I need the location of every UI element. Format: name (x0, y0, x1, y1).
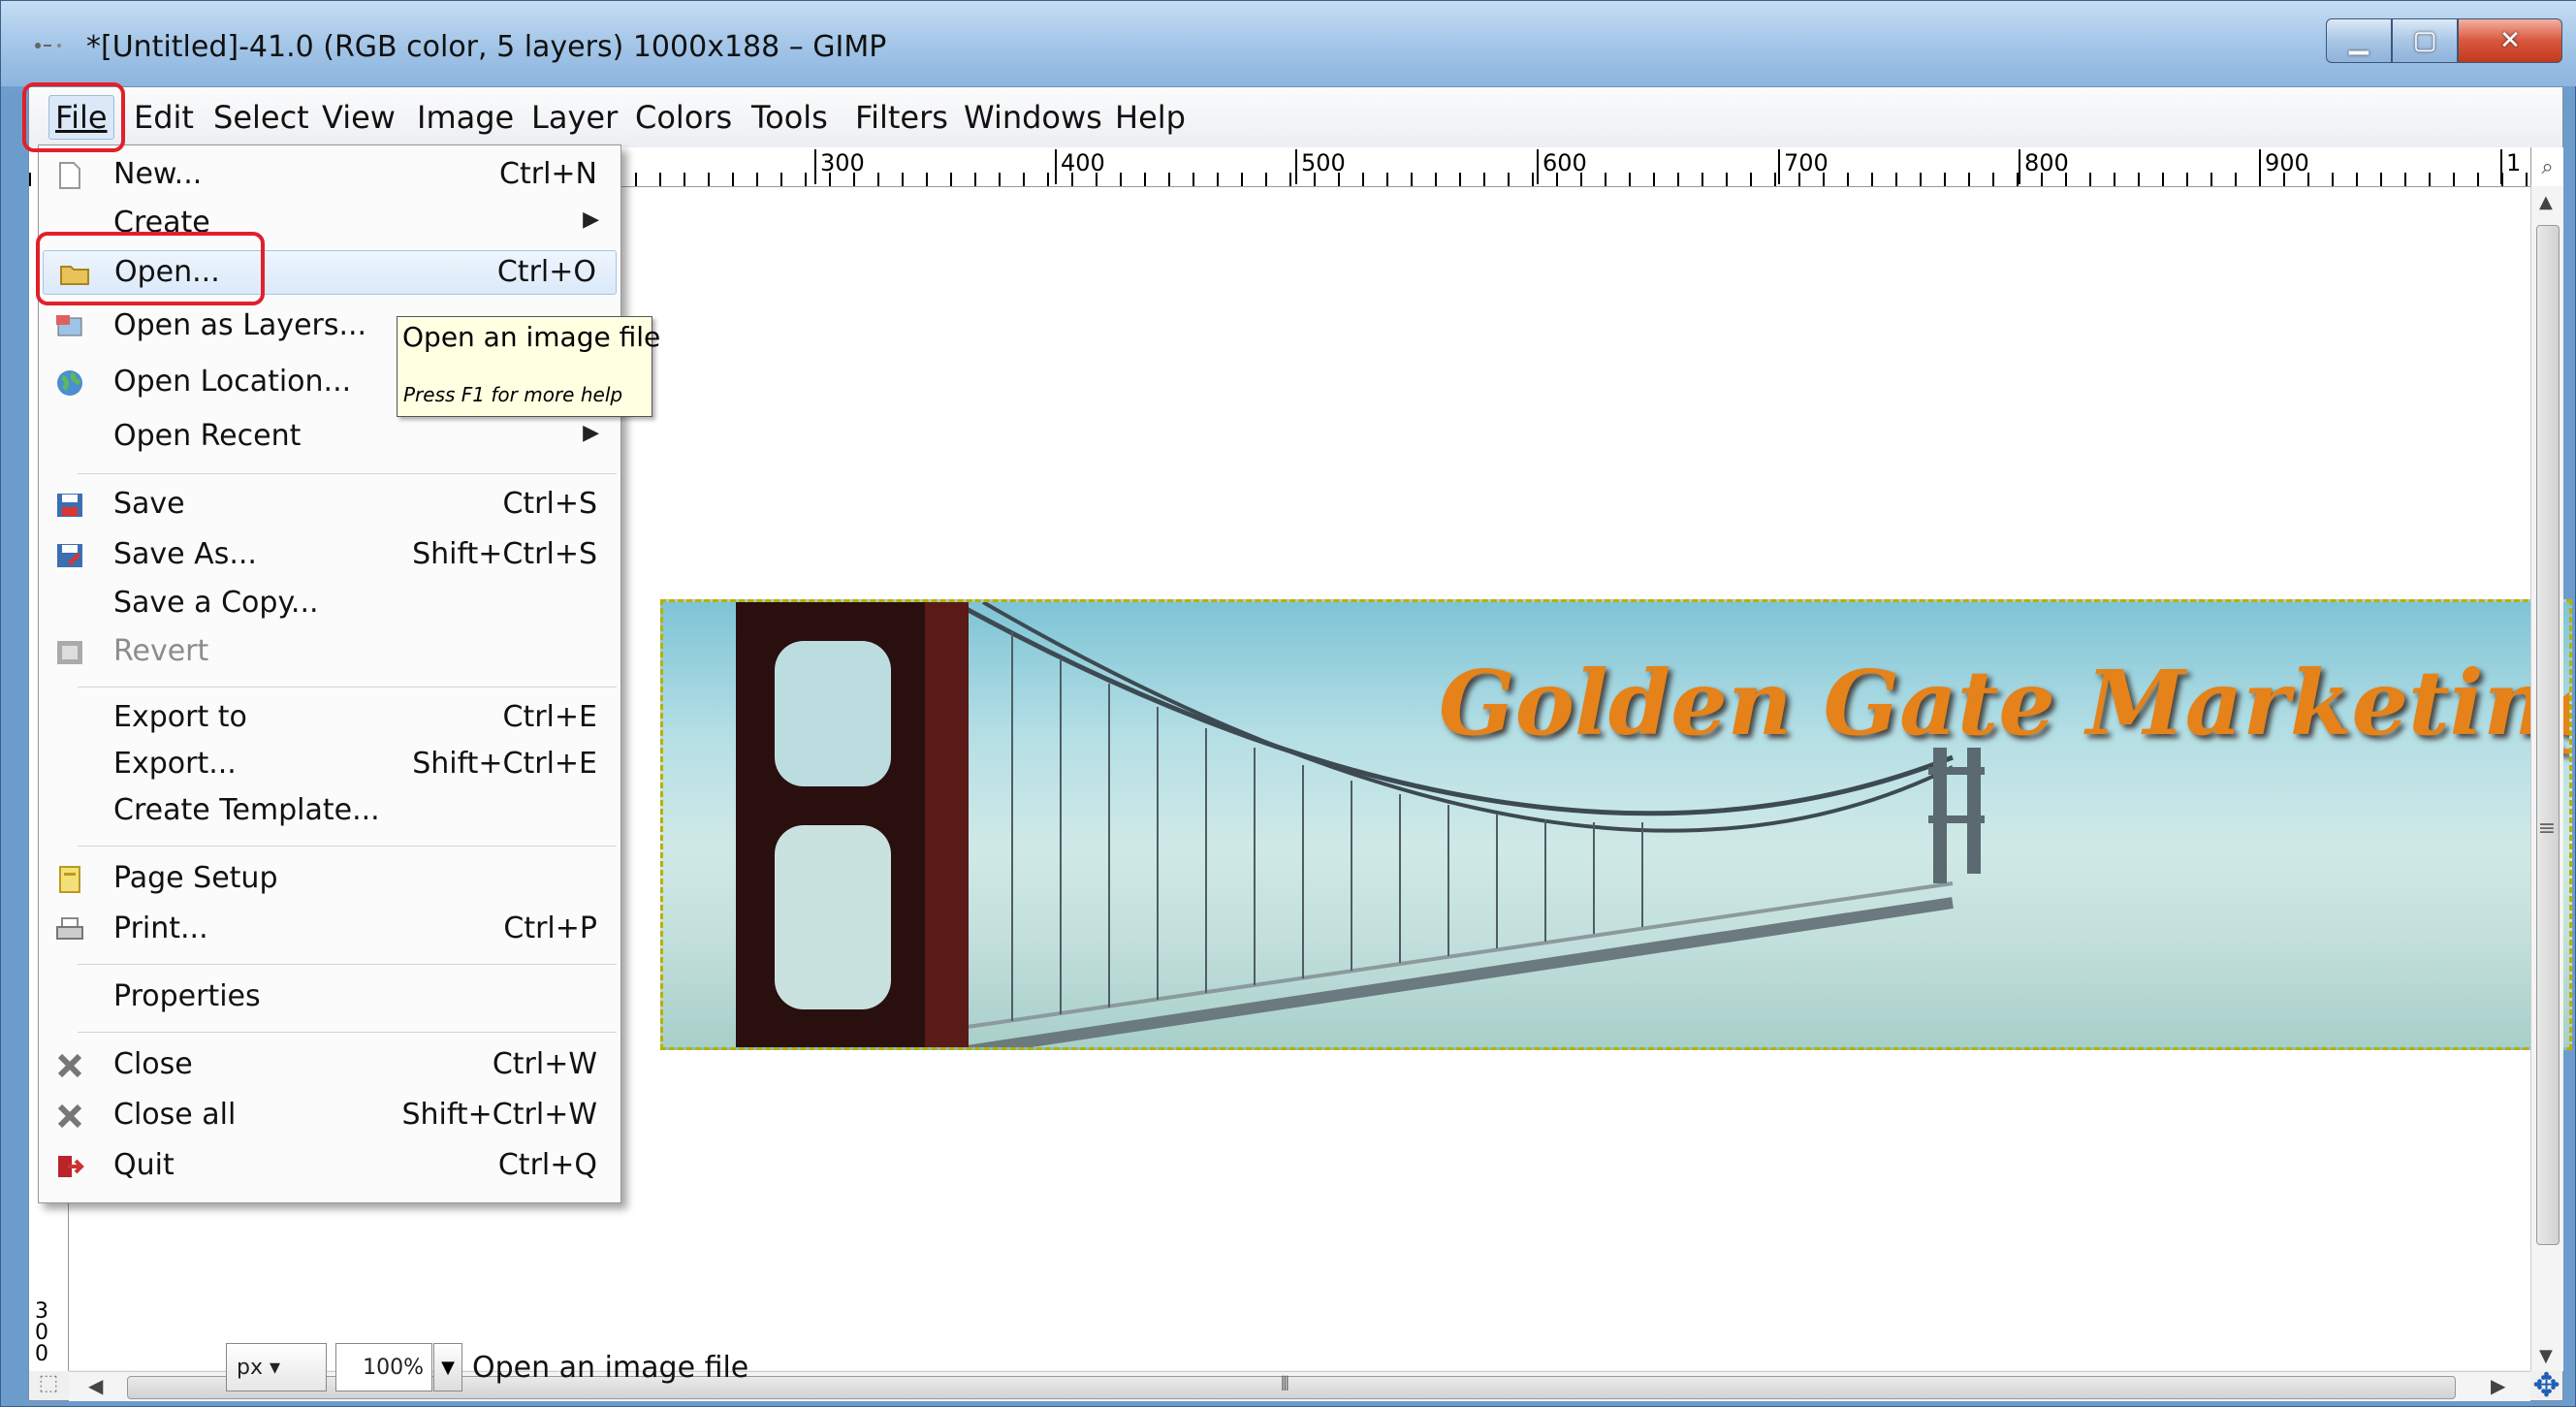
menu-bar: File Edit Select View Image Layer Colors… (29, 87, 2562, 148)
bridge-tower-graphic (736, 602, 969, 1047)
revert-icon (57, 641, 82, 664)
zoom-on-resize-icon[interactable]: ⌕ (2530, 147, 2563, 186)
annotation-highlight-open-item (36, 232, 265, 305)
vertical-scrollbar[interactable]: ▲ ≡ ▼ (2530, 186, 2563, 1371)
ruler-label: 900 (2259, 149, 2309, 184)
ruler-label: 400 (1055, 149, 1105, 184)
ruler-label: 300 (814, 149, 865, 184)
close-window-button[interactable]: ✕ (2458, 18, 2562, 63)
ruler-label: 800 (2019, 149, 2069, 184)
menu-tools[interactable]: Tools (751, 99, 828, 136)
scroll-right-icon[interactable]: ▶ (2491, 1374, 2505, 1397)
navigate-icon[interactable]: ✥ (2530, 1366, 2562, 1405)
menu-item-export-to[interactable]: Export to Ctrl+E (39, 696, 620, 741)
menu-edit[interactable]: Edit (134, 99, 194, 136)
banner-title: Golden Gate Marketing (1439, 651, 2572, 755)
submenu-arrow-icon: ▶ (583, 208, 599, 232)
scroll-grip-icon: ≡ (2537, 816, 2557, 841)
annotation-highlight-file-menu (22, 82, 125, 152)
menu-separator (78, 846, 617, 847)
menu-item-close-all[interactable]: Close all Shift+Ctrl+W (39, 1094, 620, 1138)
tooltip-hint: Press F1 for more help (403, 383, 623, 406)
quit-icon (58, 1156, 84, 1177)
menu-select[interactable]: Select (213, 99, 309, 136)
minimize-icon: ▁ (2349, 26, 2369, 55)
zoom-field[interactable]: 100% (335, 1343, 432, 1391)
scroll-left-icon[interactable]: ◀ (88, 1374, 103, 1397)
menu-item-close[interactable]: Close Ctrl+W (39, 1043, 620, 1088)
minimize-button[interactable]: ▁ (2326, 18, 2392, 63)
page-setup-icon (59, 866, 80, 893)
menu-item-revert: Revert (39, 630, 620, 675)
image-layer-banner[interactable]: Golden Gate Marketing (660, 599, 2572, 1050)
printer-icon (56, 917, 83, 940)
submenu-arrow-icon: ▶ (583, 421, 599, 445)
menu-separator (78, 964, 617, 965)
menu-help[interactable]: Help (1115, 99, 1186, 136)
tooltip: Open an image file Press F1 for more hel… (397, 316, 660, 417)
scroll-down-icon[interactable]: ▼ (2539, 1346, 2553, 1366)
quick-mask-icon[interactable]: ⬚ (29, 1371, 68, 1400)
close-x-icon (57, 1053, 82, 1078)
status-message: Open an image file (472, 1351, 749, 1385)
zoom-dropdown-icon[interactable]: ▼ (433, 1343, 462, 1391)
menu-layer[interactable]: Layer (531, 99, 618, 136)
close-icon: ✕ (2499, 26, 2521, 55)
gimp-app-icon (35, 43, 61, 48)
menu-filters[interactable]: Filters (855, 99, 948, 136)
gimp-window: *[Untitled]-41.0 (RGB color, 5 layers) 1… (0, 0, 2576, 1407)
menu-item-save-as[interactable]: Save As... Shift+Ctrl+S (39, 533, 620, 578)
maximize-button[interactable]: ▢ (2392, 18, 2458, 63)
ruler-label: 1 (2500, 149, 2521, 184)
scroll-grip-icon: ⦀ (1281, 1372, 1289, 1395)
menu-item-export[interactable]: Export... Shift+Ctrl+E (39, 743, 620, 787)
scroll-up-icon[interactable]: ▲ (2539, 192, 2553, 212)
close-all-icon (57, 1103, 82, 1129)
new-file-icon (59, 162, 80, 189)
tooltip-title: Open an image file (402, 321, 661, 353)
menu-windows[interactable]: Windows (964, 99, 1102, 136)
menu-colors[interactable]: Colors (635, 99, 732, 136)
vertical-scroll-thumb[interactable] (2536, 225, 2560, 1245)
menu-item-save[interactable]: Save Ctrl+S (39, 483, 620, 528)
menu-item-create-template[interactable]: Create Template... (39, 789, 620, 834)
ruler-label: 300 (35, 1299, 48, 1366)
menu-image[interactable]: Image (417, 99, 514, 136)
menu-item-properties[interactable]: Properties (39, 975, 620, 1020)
menu-view[interactable]: View (322, 99, 396, 136)
save-icon (57, 494, 82, 517)
title-bar[interactable]: *[Untitled]-41.0 (RGB color, 5 layers) 1… (1, 1, 2576, 86)
save-as-icon (57, 544, 82, 567)
menu-separator (78, 1032, 617, 1033)
menu-item-save-a-copy[interactable]: Save a Copy... (39, 582, 620, 626)
menu-separator (78, 473, 617, 474)
maximize-icon: ▢ (2412, 26, 2437, 55)
unit-selector[interactable]: px ▾ (226, 1343, 327, 1391)
menu-item-page-setup[interactable]: Page Setup (39, 857, 620, 902)
menu-item-print[interactable]: Print... Ctrl+P (39, 908, 620, 952)
layers-icon (56, 315, 82, 336)
menu-item-open-recent[interactable]: Open Recent ▶ (39, 415, 620, 460)
window-title: *[Untitled]-41.0 (RGB color, 5 layers) 1… (86, 30, 887, 64)
menu-item-quit[interactable]: Quit Ctrl+Q (39, 1144, 620, 1189)
menu-item-new[interactable]: New... Ctrl+N (39, 153, 620, 198)
ruler-label: 500 (1295, 149, 1346, 184)
menu-separator (78, 687, 617, 688)
globe-icon (57, 370, 82, 396)
ruler-label: 600 (1537, 149, 1587, 184)
ruler-label: 700 (1778, 149, 1829, 184)
